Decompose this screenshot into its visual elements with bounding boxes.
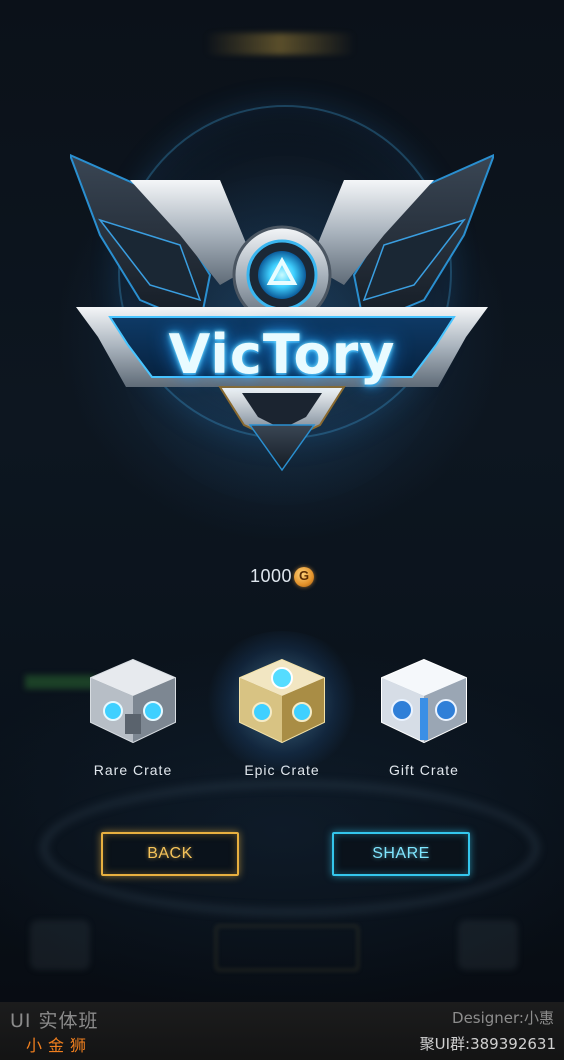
background-slot bbox=[30, 920, 90, 970]
victory-screen: VicTory 1000 Rare Crate bbox=[0, 0, 564, 1060]
group-id: 聚UI群:389392631 bbox=[419, 1035, 556, 1053]
reward-amount: 1000 bbox=[249, 566, 293, 586]
studio-label: 小金狮 bbox=[26, 1036, 93, 1055]
back-button[interactable]: BACK bbox=[101, 832, 239, 876]
designer-credit: Designer:小惠 bbox=[452, 1009, 554, 1027]
rare-crate[interactable]: Rare Crate bbox=[58, 656, 208, 778]
gift-crate-icon bbox=[374, 656, 474, 746]
gold-coin-icon bbox=[294, 566, 315, 587]
share-button[interactable]: SHARE bbox=[332, 832, 470, 876]
designer-footer: UI 实体班 小金狮 Designer:小惠 聚UI群:389392631 bbox=[0, 1002, 564, 1060]
victory-title: VicTory bbox=[168, 323, 396, 386]
background-top-banner bbox=[205, 33, 355, 55]
course-label: UI 实体班 bbox=[10, 1010, 99, 1032]
gift-crate[interactable]: Gift Crate bbox=[349, 656, 499, 778]
background-slot bbox=[458, 920, 518, 970]
reward-row: 1000 bbox=[0, 566, 564, 587]
epic-crate[interactable]: Epic Crate bbox=[202, 631, 362, 778]
winged-emblem-icon bbox=[70, 153, 494, 472]
crate-label: Gift Crate bbox=[389, 762, 459, 778]
epic-crate-icon bbox=[202, 631, 362, 771]
background-center-panel bbox=[215, 925, 359, 971]
victory-emblem: VicTory bbox=[70, 125, 494, 485]
rare-crate-icon bbox=[83, 656, 183, 746]
crate-label: Rare Crate bbox=[93, 762, 173, 778]
